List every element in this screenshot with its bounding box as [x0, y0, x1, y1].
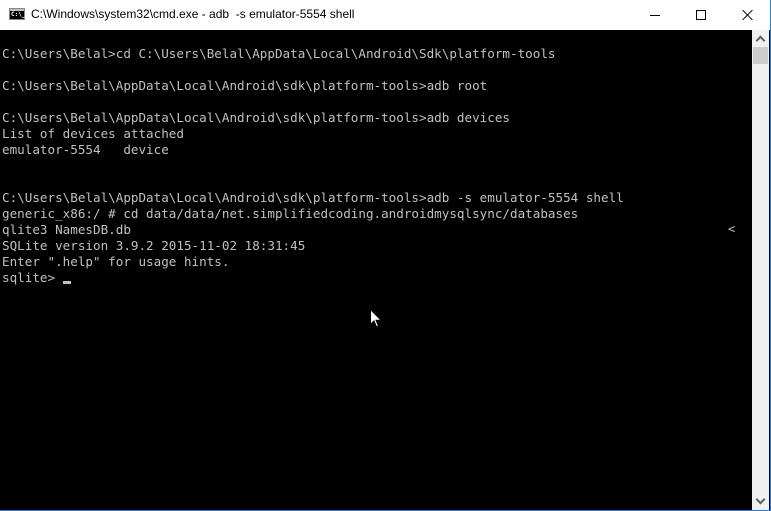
console-line: generic_x86:/ # cd data/data/net.simplif… — [2, 206, 579, 221]
console-line: Enter ".help" for usage hints. — [2, 254, 230, 269]
console-output[interactable]: C:\Users\Belal>cd C:\Users\Belal\AppData… — [0, 30, 752, 510]
console-line: C:\Users\Belal>cd C:\Users\Belal\AppData… — [2, 46, 556, 61]
close-button[interactable] — [724, 0, 770, 30]
mouse-pointer-icon — [370, 309, 382, 328]
console-line: emulator-5554 device — [2, 142, 169, 157]
console-line: C:\Users\Belal\AppData\Local\Android\sdk… — [2, 78, 488, 93]
sqlite-prompt: sqlite> — [2, 270, 63, 285]
cmd-icon-text: C:\_ — [11, 11, 26, 18]
close-icon — [741, 9, 753, 21]
maximize-icon — [696, 10, 706, 20]
minimize-icon — [650, 14, 660, 16]
title-bar[interactable]: C:\_ C:\Windows\system32\cmd.exe - adb -… — [0, 0, 770, 30]
console-line: qlite3 NamesDB.db — [2, 222, 131, 237]
text-cursor — [62, 281, 71, 284]
cmd-window: C:\_ C:\Windows\system32\cmd.exe - adb -… — [0, 0, 771, 511]
scroll-up-button[interactable] — [752, 30, 769, 47]
console-prompt-line[interactable]: sqlite> — [2, 270, 624, 286]
console-line: List of devices attached — [2, 126, 184, 141]
console-lines: C:\Users\Belal>cd C:\Users\Belal\AppData… — [2, 46, 624, 286]
chevron-down-icon — [755, 494, 766, 505]
window-title: C:\Windows\system32\cmd.exe - adb -s emu… — [31, 7, 355, 21]
console-line: SQLite version 3.9.2 2015-11-02 18:31:45 — [2, 238, 306, 253]
console-line: C:\Users\Belal\AppData\Local\Android\sdk… — [2, 190, 624, 205]
scrollbar-thumb[interactable] — [753, 47, 768, 64]
overflow-marker: < — [728, 222, 736, 236]
console-line: C:\Users\Belal\AppData\Local\Android\sdk… — [2, 110, 510, 125]
minimize-button[interactable] — [632, 0, 678, 30]
cmd-icon[interactable]: C:\_ — [9, 8, 25, 20]
vertical-scrollbar[interactable] — [752, 30, 769, 510]
chevron-up-icon — [755, 35, 766, 46]
maximize-button[interactable] — [678, 0, 724, 30]
scroll-down-button[interactable] — [752, 493, 769, 510]
